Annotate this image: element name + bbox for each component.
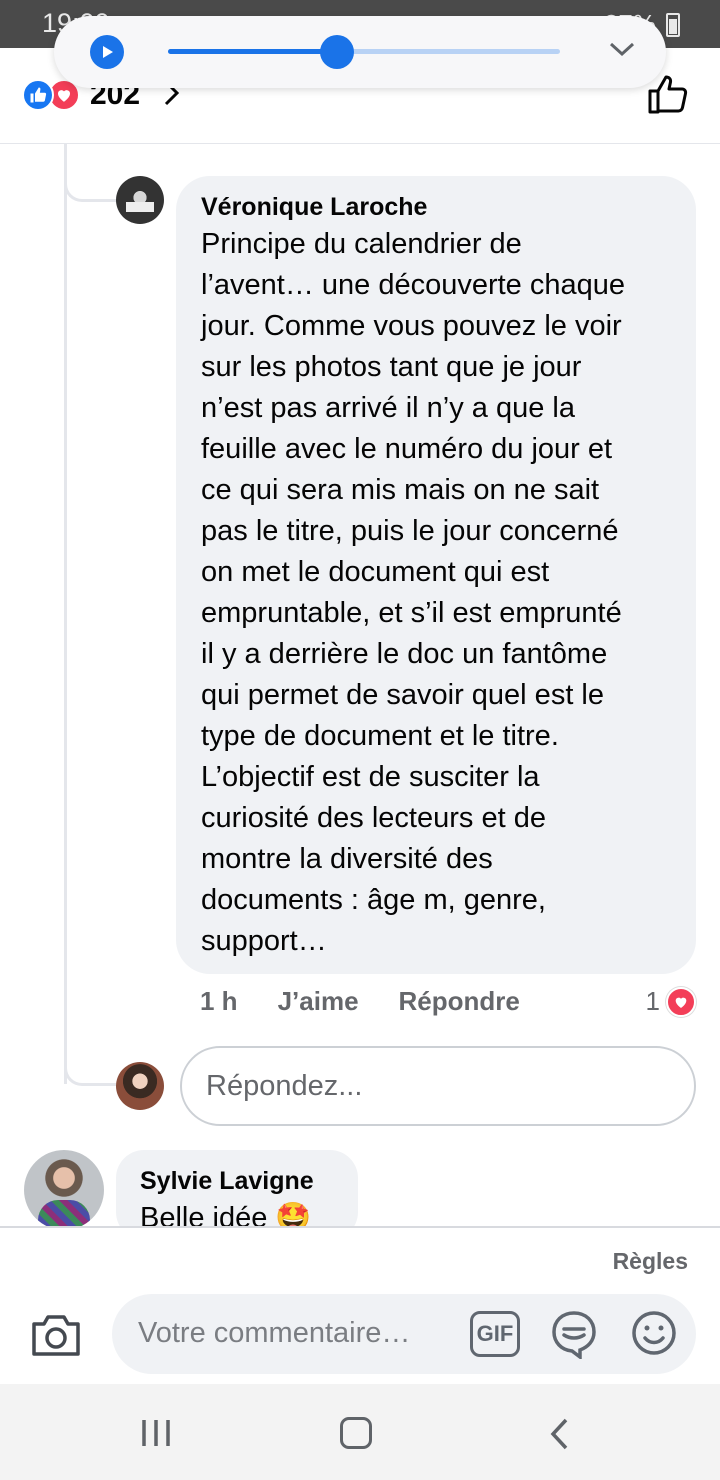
- rules-link[interactable]: Règles: [613, 1248, 688, 1275]
- battery-icon: [666, 12, 680, 37]
- media-progress: [168, 49, 337, 54]
- back-icon[interactable]: [548, 1417, 570, 1456]
- love-reaction-icon: [666, 986, 696, 1017]
- seek-handle[interactable]: [319, 35, 354, 69]
- comment-reactions[interactable]: 1: [646, 986, 696, 1017]
- play-icon[interactable]: [90, 35, 124, 69]
- gif-icon[interactable]: GIF: [470, 1311, 520, 1357]
- camera-icon[interactable]: [30, 1312, 82, 1363]
- comment-input[interactable]: Votre commentaire… GIF: [112, 1294, 696, 1374]
- like-reaction-icon: [22, 79, 54, 111]
- reply-input[interactable]: Répondez...: [180, 1046, 696, 1126]
- comment-text: Principe du calendrier de l’avent… une d…: [201, 228, 626, 957]
- emoji-icon[interactable]: [630, 1309, 678, 1362]
- reply-placeholder: Répondez...: [206, 1070, 363, 1102]
- thread-line: [64, 144, 67, 1084]
- media-player: [54, 16, 666, 88]
- sticker-icon[interactable]: [550, 1309, 598, 1364]
- like-button[interactable]: J’aime: [278, 986, 359, 1017]
- thread-connector: [64, 1040, 116, 1086]
- comment-reaction-count: 1: [645, 986, 660, 1016]
- recent-apps-icon[interactable]: [140, 1418, 172, 1453]
- comment-author[interactable]: Véronique Laroche: [201, 190, 672, 224]
- comment-author[interactable]: Sylvie Lavigne: [140, 1164, 334, 1198]
- comment-actions: 1 h J’aime Répondre: [200, 986, 520, 1017]
- comment-bubble[interactable]: Véronique Laroche Principe du calendrier…: [176, 176, 696, 974]
- comment-time: 1 h: [200, 986, 238, 1016]
- thread-connector: [64, 160, 116, 202]
- avatar[interactable]: [24, 1150, 104, 1230]
- avatar[interactable]: [116, 176, 164, 224]
- chevron-down-icon[interactable]: [608, 40, 636, 63]
- comment-composer: Règles Votre commentaire… GIF: [0, 1226, 720, 1384]
- home-icon[interactable]: [340, 1417, 372, 1449]
- comment-placeholder: Votre commentaire…: [138, 1317, 411, 1349]
- avatar: [116, 1062, 164, 1110]
- navigation-bar: [0, 1384, 720, 1480]
- media-seek-bar[interactable]: [168, 35, 560, 69]
- reply-button[interactable]: Répondre: [399, 986, 520, 1017]
